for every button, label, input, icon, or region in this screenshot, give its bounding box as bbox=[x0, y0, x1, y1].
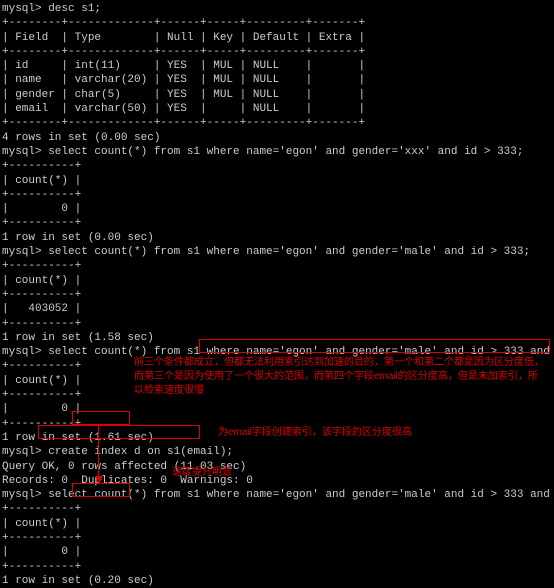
annotation-3: 速度提升明显 bbox=[172, 466, 232, 480]
table-header: | Field | Type | Null | Key | Default | … bbox=[2, 31, 552, 45]
table-row: | name | varchar(20) | YES | MUL | NULL … bbox=[2, 73, 552, 87]
count-border: +----------+ bbox=[2, 188, 552, 202]
table-row: | id | int(11) | YES | MUL | NULL | | bbox=[2, 59, 552, 73]
count-border: +----------+ bbox=[2, 560, 552, 574]
count-border: +----------+ bbox=[2, 216, 552, 230]
count-value: | 403052 | bbox=[2, 302, 552, 316]
count-border: +----------+ bbox=[2, 159, 552, 173]
cmd-select-4: mysql> select count(*) from s1 where nam… bbox=[2, 488, 552, 502]
cmd-desc: mysql> desc s1; bbox=[2, 2, 552, 16]
table-border: +--------+-------------+------+-----+---… bbox=[2, 16, 552, 30]
annotation-1: 前三个条件都成立，但都无法利用索引达到加速的目的，第一个和第二个都是因为区分度低… bbox=[134, 356, 546, 398]
count-header: | count(*) | bbox=[2, 274, 552, 288]
table-border: +--------+-------------+------+-----+---… bbox=[2, 116, 552, 130]
count-border: +----------+ bbox=[2, 531, 552, 545]
result-time-boxed-2: 1 row in set (0.20 sec) bbox=[2, 574, 552, 588]
table-row: | gender | char(5) | YES | MUL | NULL | … bbox=[2, 88, 552, 102]
result-time: 1 row in set (1.58 sec) bbox=[2, 331, 552, 345]
annotation-2: 为email字段创建索引，该字段的区分度很高 bbox=[218, 426, 412, 440]
cmd-create-index: mysql> create index d on s1(email); bbox=[2, 445, 552, 459]
count-border: +----------+ bbox=[2, 502, 552, 516]
cmd-select-2: mysql> select count(*) from s1 where nam… bbox=[2, 245, 552, 259]
count-value: | 0 | bbox=[2, 545, 552, 559]
count-border: +----------+ bbox=[2, 259, 552, 273]
boxed-time-2: (0.20 sec) bbox=[88, 575, 154, 587]
table-border: +--------+-------------+------+-----+---… bbox=[2, 45, 552, 59]
count-border: +----------+ bbox=[2, 317, 552, 331]
result-records: Records: 0 Duplicates: 0 Warnings: 0 bbox=[2, 474, 552, 488]
count-header: | count(*) | bbox=[2, 517, 552, 531]
count-header: | count(*) | bbox=[2, 174, 552, 188]
count-border: +----------+ bbox=[2, 288, 552, 302]
cmd-select-1: mysql> select count(*) from s1 where nam… bbox=[2, 145, 552, 159]
result-query-ok: Query OK, 0 rows affected (11.03 sec) bbox=[2, 460, 552, 474]
boxed-create-index: create index d on s1(email); bbox=[48, 446, 233, 458]
result-time: 1 row in set (0.00 sec) bbox=[2, 231, 552, 245]
count-value: | 0 | bbox=[2, 402, 552, 416]
count-value: | 0 | bbox=[2, 202, 552, 216]
result-rows: 4 rows in set (0.00 sec) bbox=[2, 131, 552, 145]
boxed-time: (1.61 sec) bbox=[88, 432, 154, 444]
table-row: | email | varchar(50) | YES | | NULL | | bbox=[2, 102, 552, 116]
